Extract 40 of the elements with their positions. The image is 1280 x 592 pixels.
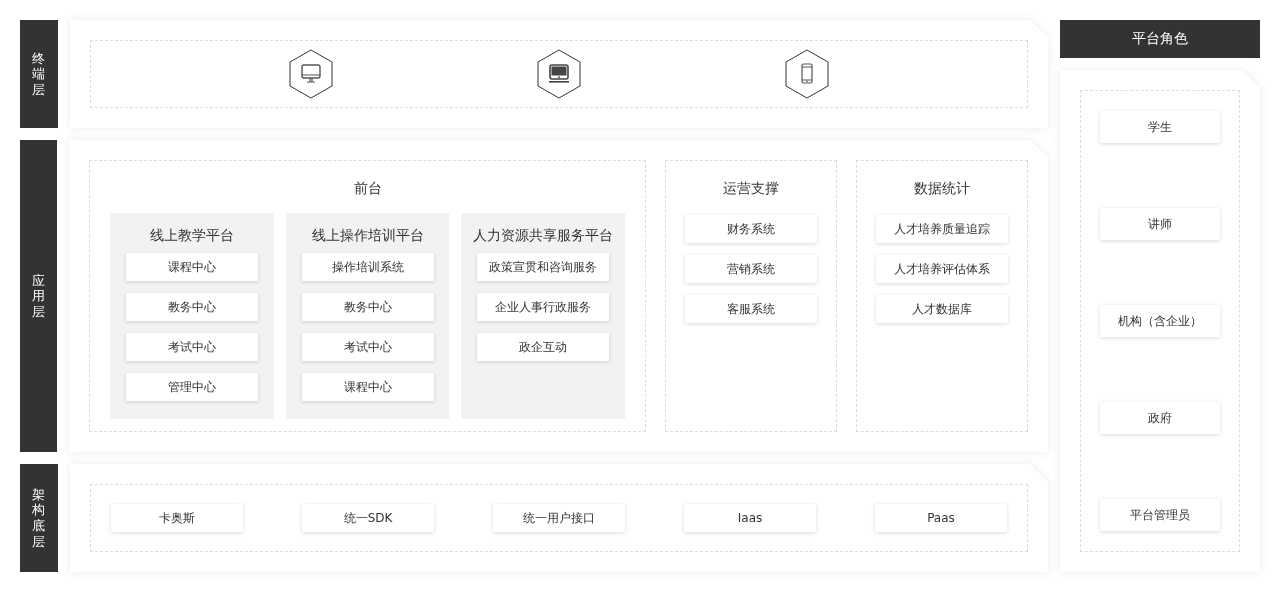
phone-icon xyxy=(785,49,829,99)
module-card: 教务中心 xyxy=(125,293,258,321)
module-card: 统一用户接口 xyxy=(493,504,625,532)
layer-label: 终端层 xyxy=(20,20,58,128)
module-card: 教务中心 xyxy=(301,293,434,321)
module-card: Paas xyxy=(875,504,1007,532)
section-title: 前台 xyxy=(352,179,383,198)
module-card: 统一SDK xyxy=(302,504,434,532)
module-card: 政企互动 xyxy=(477,333,610,361)
module-card: 卡奥斯 xyxy=(111,504,243,532)
role-card: 讲师 xyxy=(1100,208,1220,240)
role-card: 政府 xyxy=(1100,402,1220,434)
layer-label: 应用层 xyxy=(20,140,57,452)
module-card: 客服系统 xyxy=(685,295,817,323)
roles-header: 平台角色 xyxy=(1060,20,1260,58)
module-card: 课程中心 xyxy=(301,373,434,401)
laptop-icon xyxy=(537,49,581,99)
role-card: 机构（含企业） xyxy=(1100,305,1220,337)
module-card: 人才数据库 xyxy=(876,295,1008,323)
monitor-icon xyxy=(289,49,333,99)
platform-title: 线上教学平台 xyxy=(149,226,234,245)
role-card: 平台管理员 xyxy=(1100,499,1220,531)
section-title: 运营支撑 xyxy=(723,179,779,198)
module-card: 课程中心 xyxy=(125,253,258,281)
module-card: 管理中心 xyxy=(125,373,258,401)
module-card: 政策宣贯和咨询服务 xyxy=(477,253,610,281)
module-card: 人才培养质量追踪 xyxy=(876,215,1008,243)
section-title: 数据统计 xyxy=(914,179,970,198)
module-card: Iaas xyxy=(684,504,816,532)
module-card: 企业人事行政服务 xyxy=(477,293,610,321)
platform-title: 人力资源共享服务平台 xyxy=(473,226,614,245)
module-card: 财务系统 xyxy=(685,215,817,243)
platform-title: 线上操作培训平台 xyxy=(311,226,424,245)
module-card: 营销系统 xyxy=(685,255,817,283)
role-card: 学生 xyxy=(1100,111,1220,143)
module-card: 考试中心 xyxy=(301,333,434,361)
module-card: 考试中心 xyxy=(125,333,258,361)
module-card: 人才培养评估体系 xyxy=(876,255,1008,283)
module-card: 操作培训系统 xyxy=(301,253,434,281)
layer-label: 架构底层 xyxy=(20,464,58,572)
